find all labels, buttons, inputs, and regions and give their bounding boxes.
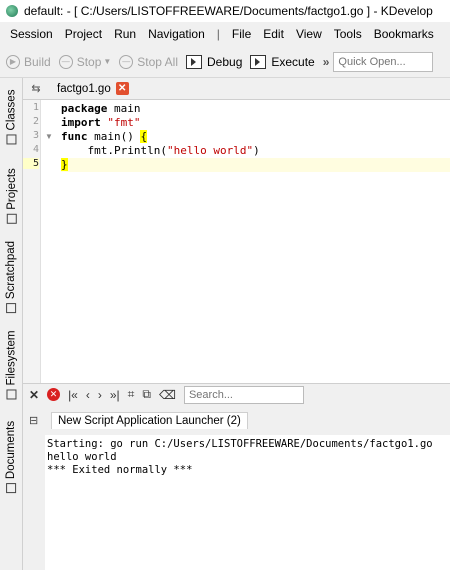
output-line: *** Exited normally ***: [47, 464, 193, 476]
tab-factgo1[interactable]: factgo1.go ✕: [57, 82, 129, 95]
dock-tab-projects-label: Projects: [5, 168, 18, 210]
code-line-current: }: [61, 158, 450, 172]
menu-bar: Session Project Run Navigation | File Ed…: [0, 22, 450, 46]
code-content[interactable]: package main import "fmt" func main() { …: [61, 102, 450, 172]
stop-button[interactable]: — Stop ▼: [58, 54, 111, 69]
stop-icon: —: [58, 54, 73, 69]
debug-button[interactable]: Debug: [186, 54, 243, 69]
quick-open-input[interactable]: [333, 51, 434, 72]
chevron-down-icon[interactable]: ▼: [103, 57, 111, 66]
line-number: 1: [32, 102, 39, 113]
fold-marker-icon[interactable]: ▼: [45, 132, 53, 141]
brace-match: }: [61, 158, 68, 171]
menu-bookmarks[interactable]: Bookmarks: [368, 27, 440, 41]
build-button[interactable]: ▶ Build: [6, 54, 51, 69]
debug-label: Debug: [207, 54, 243, 69]
line-number: 3: [32, 130, 39, 141]
menu-separator: |: [216, 27, 220, 41]
output-line: Starting: go run C:/Users/LISTOFFREEWARE…: [47, 438, 433, 450]
clear-icon[interactable]: ⌫: [159, 388, 176, 402]
execute-icon: [250, 54, 267, 69]
menu-session[interactable]: Session: [4, 27, 59, 41]
projects-icon: [6, 213, 17, 224]
title-bar: default: - [ C:/Users/LISTOFFREEWARE/Doc…: [0, 0, 450, 22]
main-toolbar: ▶ Build — Stop ▼ — Stop All Debug Execut…: [0, 46, 450, 78]
toolbar-overflow-icon[interactable]: »: [323, 55, 330, 69]
next-item-icon[interactable]: ›: [98, 388, 102, 402]
dock-tab-classes[interactable]: Classes: [0, 82, 23, 152]
output-line: hello world: [47, 451, 117, 463]
line-number: 2: [32, 116, 39, 127]
close-icon[interactable]: ✕: [115, 82, 129, 95]
debug-icon: [186, 54, 202, 69]
menu-run[interactable]: Run: [108, 27, 142, 41]
dock-tab-scratchpad[interactable]: Scratchpad: [0, 236, 23, 318]
menu-edit[interactable]: Edit: [257, 27, 290, 41]
line-number: 4: [32, 144, 39, 155]
close-panel-icon[interactable]: ✕: [29, 388, 39, 402]
stop-job-icon[interactable]: ✕: [47, 388, 61, 401]
filesystem-icon: [6, 389, 17, 400]
dock-tab-documents[interactable]: Documents: [0, 414, 23, 500]
menu-view[interactable]: View: [290, 27, 328, 41]
tab-factgo1-label: factgo1.go: [57, 82, 111, 95]
build-label: Build: [24, 54, 51, 69]
classes-icon: [6, 134, 17, 145]
stop-all-button[interactable]: — Stop All: [119, 54, 178, 69]
left-dock: Classes Projects Scratchpad Filesystem D…: [0, 78, 23, 570]
line-number-current: 5: [23, 158, 39, 169]
dock-tab-filesystem[interactable]: Filesystem: [0, 324, 23, 406]
previous-item-icon[interactable]: ‹: [86, 388, 90, 402]
menu-file[interactable]: File: [226, 27, 257, 41]
execute-button[interactable]: Execute: [250, 54, 315, 69]
select-activated-icon[interactable]: ⌗: [128, 387, 135, 402]
editor-tab-bar: ⇆ factgo1.go ✕: [23, 78, 450, 100]
window-title: default: - [ C:/Users/LISTOFFREEWARE/Doc…: [24, 4, 433, 18]
stop-all-label: Stop All: [137, 54, 178, 69]
output-tab-bar: ⊟ New Script Application Launcher (2): [23, 405, 450, 435]
menu-tools[interactable]: Tools: [328, 27, 368, 41]
tab-script-launcher[interactable]: New Script Application Launcher (2): [51, 411, 248, 429]
scratchpad-icon: [6, 303, 17, 314]
menu-project[interactable]: Project: [59, 27, 108, 41]
copy-icon[interactable]: ⧉: [142, 387, 151, 402]
menu-navigation[interactable]: Navigation: [142, 27, 211, 41]
documents-icon: [6, 483, 17, 494]
first-item-icon[interactable]: |«: [68, 388, 78, 402]
code-editor[interactable]: 1 2 3 4 5 ▼ package main import "fmt" fu…: [23, 100, 450, 383]
dock-tab-filesystem-label: Filesystem: [5, 330, 18, 386]
kdevelop-app-icon: [6, 5, 18, 17]
stop-label: Stop: [76, 54, 102, 69]
build-icon: ▶: [6, 54, 20, 69]
document-list-icon[interactable]: ⇆: [27, 82, 45, 95]
output-toolbar: ✕ ✕ |« ‹ › »| ⌗ ⧉ ⌫: [23, 383, 450, 405]
pin-icon[interactable]: ⊟: [29, 414, 43, 427]
stop-all-icon: —: [119, 54, 134, 69]
folding-column: [42, 100, 56, 383]
output-search-input[interactable]: [183, 385, 304, 404]
code-line: func main() {: [61, 130, 148, 143]
code-line: fmt.Println("hello world"): [61, 144, 260, 157]
dock-tab-scratchpad-label: Scratchpad: [5, 240, 18, 300]
execute-label: Execute: [271, 54, 315, 69]
output-view[interactable]: Starting: go run C:/Users/LISTOFFREEWARE…: [45, 435, 450, 570]
brace-match: {: [140, 130, 148, 143]
last-item-icon[interactable]: »|: [110, 388, 120, 402]
code-line: package main: [61, 102, 141, 115]
dock-tab-projects[interactable]: Projects: [0, 160, 23, 232]
dock-tab-classes-label: Classes: [5, 89, 18, 131]
code-line: import "fmt": [61, 116, 141, 129]
line-number-gutter: 1 2 3 4 5: [23, 100, 41, 383]
dock-tab-documents-label: Documents: [5, 420, 18, 480]
